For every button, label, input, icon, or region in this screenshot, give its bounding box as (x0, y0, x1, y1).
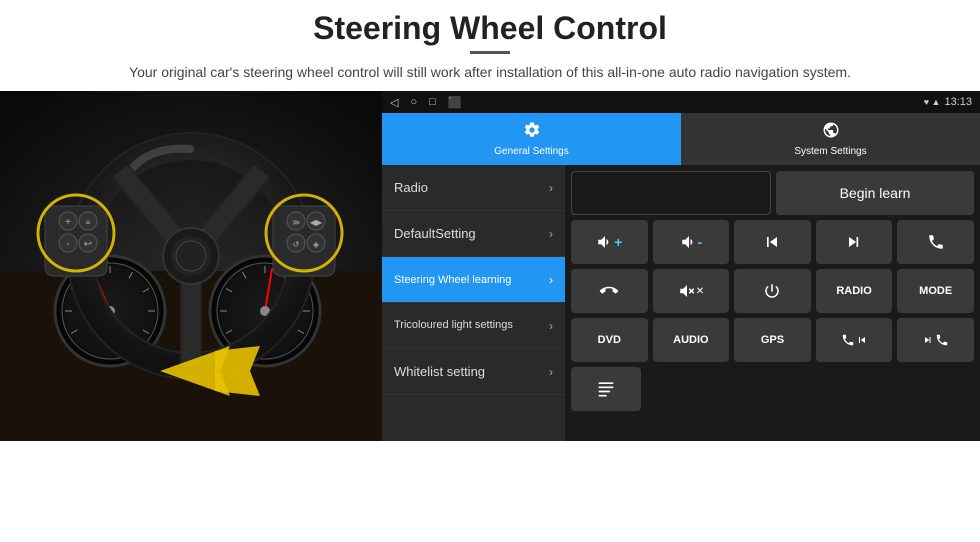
menu-item-default-label: DefaultSetting (394, 226, 476, 241)
header-section: Steering Wheel Control Your original car… (0, 0, 980, 91)
device-area: + ≡ - ↩ ≫ ◀▶ ↺ ◈ (0, 91, 980, 441)
menu-item-whitelist[interactable]: Whitelist setting › (382, 349, 565, 395)
phone-button[interactable] (897, 220, 974, 264)
svg-text:≫: ≫ (292, 218, 300, 227)
svg-text:-: - (66, 239, 69, 250)
menu-item-steering-wheel[interactable]: Steering Wheel learning › (382, 257, 565, 303)
screenshot-icon[interactable]: ⬛ (448, 96, 462, 109)
page-title: Steering Wheel Control (60, 10, 920, 47)
nav-icons: ◁ ○ □ ⬛ (390, 96, 461, 109)
learn-input-field (571, 171, 771, 215)
menu-item-whitelist-label: Whitelist setting (394, 364, 485, 379)
svg-text:◀▶: ◀▶ (310, 218, 323, 227)
next-track-button[interactable] (816, 220, 893, 264)
clock: 13:13 (944, 96, 972, 108)
android-ui: ◁ ○ □ ⬛ ♥ ▲ 13:13 General Settings (382, 91, 980, 441)
whitelist-chevron-icon: › (549, 365, 553, 379)
status-right: ♥ ▲ 13:13 (924, 96, 972, 108)
back-icon[interactable]: ◁ (390, 96, 398, 109)
controls-row-4: DVD AUDIO GPS (571, 318, 974, 362)
volume-down-button[interactable]: - (653, 220, 730, 264)
gps-button[interactable]: GPS (734, 318, 811, 362)
tab-system[interactable]: System Settings (681, 113, 980, 165)
power-button[interactable] (734, 269, 811, 313)
audio-label: AUDIO (673, 334, 708, 346)
menu-item-default-setting[interactable]: DefaultSetting › (382, 211, 565, 257)
menu-list: Radio › DefaultSetting › Steering Wheel … (382, 165, 565, 441)
general-settings-icon (523, 121, 541, 144)
signal-icon: ♥ ▲ (924, 97, 941, 107)
steering-chevron-icon: › (549, 273, 553, 287)
system-settings-icon (822, 121, 840, 144)
home-icon[interactable]: ○ (410, 96, 417, 108)
content-area: Radio › DefaultSetting › Steering Wheel … (382, 165, 980, 441)
status-bar: ◁ ○ □ ⬛ ♥ ▲ 13:13 (382, 91, 980, 113)
call-next-button[interactable] (897, 318, 974, 362)
radio-btn-label: RADIO (836, 285, 871, 297)
svg-text:↩: ↩ (84, 239, 92, 250)
svg-text:◈: ◈ (313, 240, 320, 249)
gps-label: GPS (761, 334, 784, 346)
dvd-button[interactable]: DVD (571, 318, 648, 362)
tab-general-label: General Settings (494, 146, 569, 157)
vol-up-label: + (614, 234, 622, 250)
mode-button[interactable]: MODE (897, 269, 974, 313)
controls-row-1: Begin learn (571, 171, 974, 215)
prev-track-button[interactable] (734, 220, 811, 264)
title-divider (470, 51, 510, 54)
volume-up-button[interactable]: + (571, 220, 648, 264)
svg-text:+: + (65, 217, 71, 228)
menu-item-radio-label: Radio (394, 180, 428, 195)
hang-up-button[interactable] (571, 269, 648, 313)
call-prev-button[interactable] (816, 318, 893, 362)
controls-row-2: + - (571, 220, 974, 264)
tab-general[interactable]: General Settings (382, 113, 681, 165)
recents-icon[interactable]: □ (429, 96, 436, 108)
menu-item-radio[interactable]: Radio › (382, 165, 565, 211)
controls-panel: Begin learn + - (565, 165, 980, 441)
tab-system-label: System Settings (794, 146, 866, 157)
tricoloured-chevron-icon: › (549, 319, 553, 333)
svg-text:↺: ↺ (293, 240, 300, 249)
begin-learn-button[interactable]: Begin learn (776, 171, 974, 215)
dvd-label: DVD (598, 334, 621, 346)
mute-button[interactable]: ✕ (653, 269, 730, 313)
audio-button[interactable]: AUDIO (653, 318, 730, 362)
radio-text-button[interactable]: RADIO (816, 269, 893, 313)
mode-btn-label: MODE (919, 285, 952, 297)
page-subtitle: Your original car's steering wheel contr… (60, 62, 920, 83)
tab-bar: General Settings System Settings (382, 113, 980, 165)
list-menu-button[interactable] (571, 367, 641, 411)
svg-text:≡: ≡ (86, 218, 91, 227)
menu-item-steering-label: Steering Wheel learning (394, 274, 511, 286)
vol-down-label: - (698, 234, 703, 250)
steering-wheel-image: + ≡ - ↩ ≫ ◀▶ ↺ ◈ (0, 91, 382, 441)
controls-row-5 (571, 367, 974, 411)
menu-item-tricoloured-label: Tricoloured light settings (394, 319, 513, 332)
radio-chevron-icon: › (549, 181, 553, 195)
menu-item-tricoloured[interactable]: Tricoloured light settings › (382, 303, 565, 349)
default-chevron-icon: › (549, 227, 553, 241)
mute-x-label: ✕ (696, 286, 704, 297)
controls-row-3: ✕ RADIO MODE (571, 269, 974, 313)
